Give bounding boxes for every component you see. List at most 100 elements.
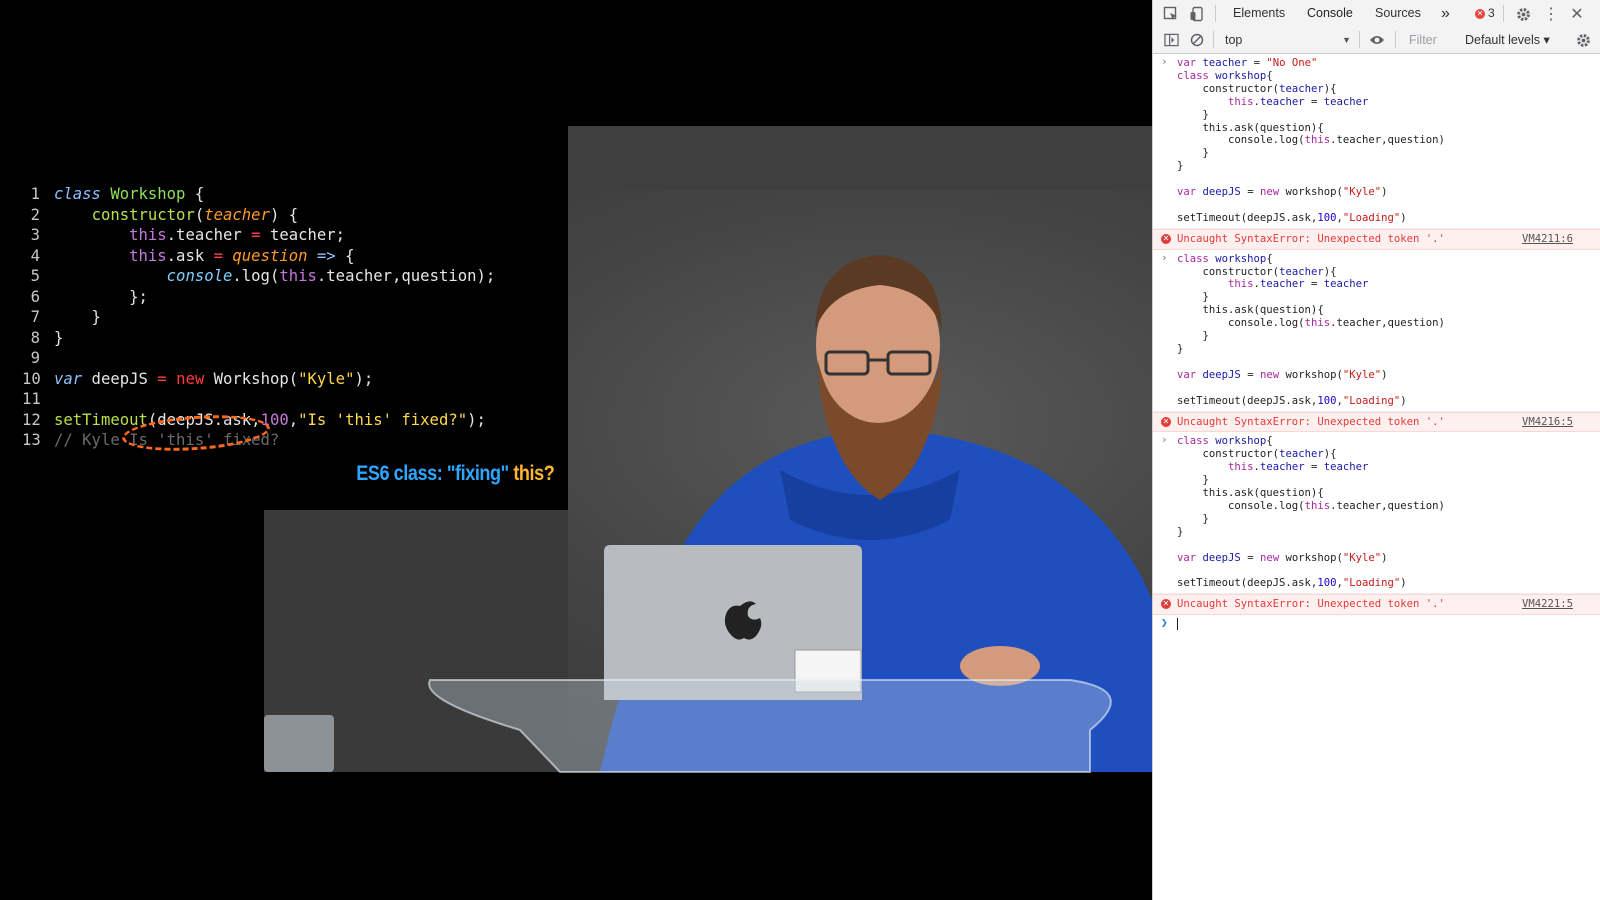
error-count: 3 — [1488, 6, 1495, 20]
tab-sources[interactable]: Sources — [1375, 0, 1421, 27]
code-token: ){ — [1323, 82, 1337, 95]
line-number: 2 — [30, 205, 40, 224]
line-number: 11 — [22, 390, 41, 408]
code-token: } — [1177, 108, 1209, 121]
error-icon: ✕ — [1161, 233, 1171, 244]
inspect-element-icon[interactable] — [1161, 4, 1181, 24]
line-number: 10 — [22, 369, 41, 388]
code-token: Workshop — [110, 185, 186, 203]
slide-code: 1 class Workshop {2 constructor(teacher) … — [22, 184, 495, 451]
console-error-entry[interactable]: ✕ Uncaught SyntaxError: Unexpected token … — [1153, 594, 1600, 616]
code-token: ) — [1400, 211, 1407, 224]
code-token: }; — [54, 287, 148, 306]
eye-icon[interactable] — [1367, 30, 1387, 50]
line-number: 1 — [30, 185, 40, 203]
code-token: class — [1177, 69, 1209, 82]
slide-code-line: 2 constructor(teacher) { — [22, 205, 495, 226]
error-source-link[interactable]: VM4216:5 — [1522, 416, 1573, 429]
code-token: class — [1177, 435, 1209, 448]
code-token: constructor( — [1177, 265, 1280, 278]
tab-elements[interactable]: Elements — [1233, 0, 1285, 27]
sidebar-toggle-icon[interactable] — [1161, 30, 1181, 50]
console-settings-gear-icon[interactable] — [1573, 30, 1593, 50]
code-token: "Kyle" — [298, 369, 355, 388]
console-input-entry[interactable]: › class workshop{ constructor(teacher){ t… — [1153, 432, 1600, 595]
console-code-line: this.ask(question){ — [1177, 487, 1600, 500]
code-token: } — [1177, 474, 1209, 487]
console-code-line: this.teacher = teacher — [1177, 461, 1600, 474]
code-token: console.log( — [1177, 134, 1305, 147]
console-code-line: console.log(this.teacher,question) — [1177, 500, 1600, 513]
text-caret — [1177, 618, 1178, 631]
console-code-line: setTimeout(deepJS.ask,100,"Loading") — [1177, 577, 1600, 590]
code-token: = — [1240, 186, 1260, 199]
error-count-badge[interactable]: ✕ 3 — [1475, 0, 1495, 27]
slide-code-line: 1 class Workshop { — [22, 184, 495, 205]
code-slide: 1 class Workshop {2 constructor(teacher) … — [0, 176, 568, 510]
code-token: teacher — [1279, 448, 1324, 461]
console-input-entry[interactable]: › class workshop{ constructor(teacher){ t… — [1153, 250, 1600, 412]
code-token: ){ — [1323, 448, 1337, 461]
context-select[interactable]: top ▼ — [1219, 30, 1355, 50]
code-token: constructor( — [1177, 82, 1280, 95]
close-icon[interactable]: ✕ — [1567, 4, 1587, 24]
code-token: new — [1259, 551, 1280, 564]
code-token: new — [1259, 368, 1280, 381]
error-source-link[interactable]: VM4211:6 — [1522, 233, 1573, 246]
code-token: workshop( — [1279, 368, 1343, 381]
code-token: "Loading" — [1342, 211, 1401, 224]
code-token: constructor( — [1177, 448, 1280, 461]
log-levels-dropdown[interactable]: Default levels ▾ — [1465, 30, 1550, 50]
console-code-line: this.teacher = teacher — [1177, 96, 1600, 109]
code-token: setTimeout(deepJS.ask, — [1177, 211, 1318, 224]
tab-console[interactable]: Console — [1299, 0, 1361, 29]
console-code-line: class workshop{ — [1177, 253, 1600, 266]
toolbar-divider — [1503, 5, 1504, 22]
slide-code-line: 9 — [22, 348, 495, 369]
code-token: console.log( — [1177, 499, 1305, 512]
console-code-line: setTimeout(deepJS.ask,100,"Loading") — [1177, 395, 1600, 408]
console-code-line: } — [1177, 513, 1600, 526]
error-source-link[interactable]: VM4221:5 — [1522, 598, 1573, 611]
device-toolbar-icon[interactable] — [1187, 4, 1207, 24]
code-token: 100 — [1317, 577, 1337, 590]
code-token: teacher — [1279, 82, 1324, 95]
console-error-entry[interactable]: ✕ Uncaught SyntaxError: Unexpected token … — [1153, 411, 1600, 433]
console-code-line: console.log(this.teacher,question) — [1177, 134, 1600, 147]
code-token: new — [1259, 186, 1280, 199]
code-token: } — [1177, 512, 1209, 525]
console-code-line: constructor(teacher){ — [1177, 266, 1600, 279]
code-token: class — [54, 185, 101, 203]
code-token: new — [176, 369, 205, 388]
clear-console-icon[interactable] — [1187, 30, 1207, 50]
line-number: 5 — [30, 267, 40, 285]
code-token: teacher; — [260, 226, 346, 244]
filter-input[interactable] — [1403, 30, 1459, 50]
code-token: this — [1304, 134, 1331, 147]
console-input-entry[interactable]: › var teacher = "No One" class workshop{ c… — [1153, 54, 1600, 229]
code-token: "Loading" — [1342, 394, 1401, 407]
console-code-line: this.ask(question){ — [1177, 304, 1600, 317]
kebab-menu-icon[interactable]: ⋮ — [1541, 4, 1561, 24]
error-message: Uncaught SyntaxError: Unexpected token '… — [1177, 232, 1445, 245]
code-token: { — [1266, 252, 1273, 265]
console-prompt[interactable]: ❯ — [1153, 615, 1600, 635]
code-token: ) — [1381, 368, 1388, 381]
gear-icon[interactable] — [1513, 4, 1533, 24]
code-token: "No One" — [1266, 57, 1318, 69]
code-token: { — [1266, 69, 1273, 82]
line-number: 7 — [30, 308, 40, 326]
code-token: 100 — [1317, 211, 1337, 224]
more-tabs-chevron-icon[interactable]: » — [1441, 0, 1450, 27]
console-code-line: constructor(teacher){ — [1177, 83, 1600, 96]
console-code-line: this.teacher = teacher — [1177, 278, 1600, 291]
code-token: .log( — [232, 267, 280, 285]
console-error-entry[interactable]: ✕ Uncaught SyntaxError: Unexpected token … — [1153, 228, 1600, 250]
code-token: .ask — [166, 246, 214, 265]
console-output[interactable]: › var teacher = "No One" class workshop{ c… — [1153, 54, 1600, 900]
video-player[interactable]: 1 class Workshop {2 constructor(teacher) … — [0, 0, 1152, 900]
